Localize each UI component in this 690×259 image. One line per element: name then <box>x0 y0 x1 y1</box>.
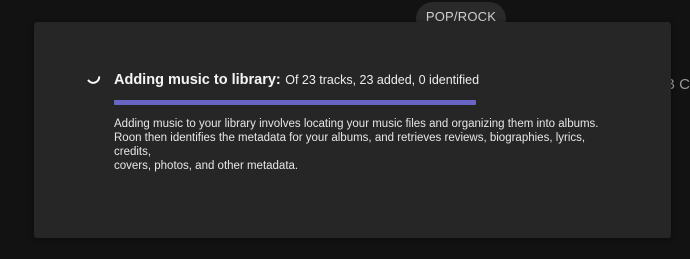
dialog-description: Adding music to your library involves lo… <box>114 117 614 173</box>
add-music-progress-dialog: Adding music to library: Of 23 tracks, 2… <box>34 22 671 238</box>
import-status-detail: Of 23 tracks, 23 added, 0 identified <box>285 73 480 87</box>
description-line: Roon then identifies the metadata for yo… <box>114 132 586 158</box>
dialog-title-line: Adding music to library: Of 23 tracks, 2… <box>114 71 479 89</box>
dialog-title: Adding music to library: <box>114 72 281 88</box>
loading-spinner-icon <box>86 70 102 86</box>
description-line: Adding music to your library involves lo… <box>114 118 599 130</box>
import-progress-fill <box>114 100 476 105</box>
page: POP/ROCK B C Adding music to library: Of… <box>0 0 690 259</box>
import-progress-bar <box>114 100 476 105</box>
description-line: covers, photos, and other metadata. <box>114 160 299 172</box>
